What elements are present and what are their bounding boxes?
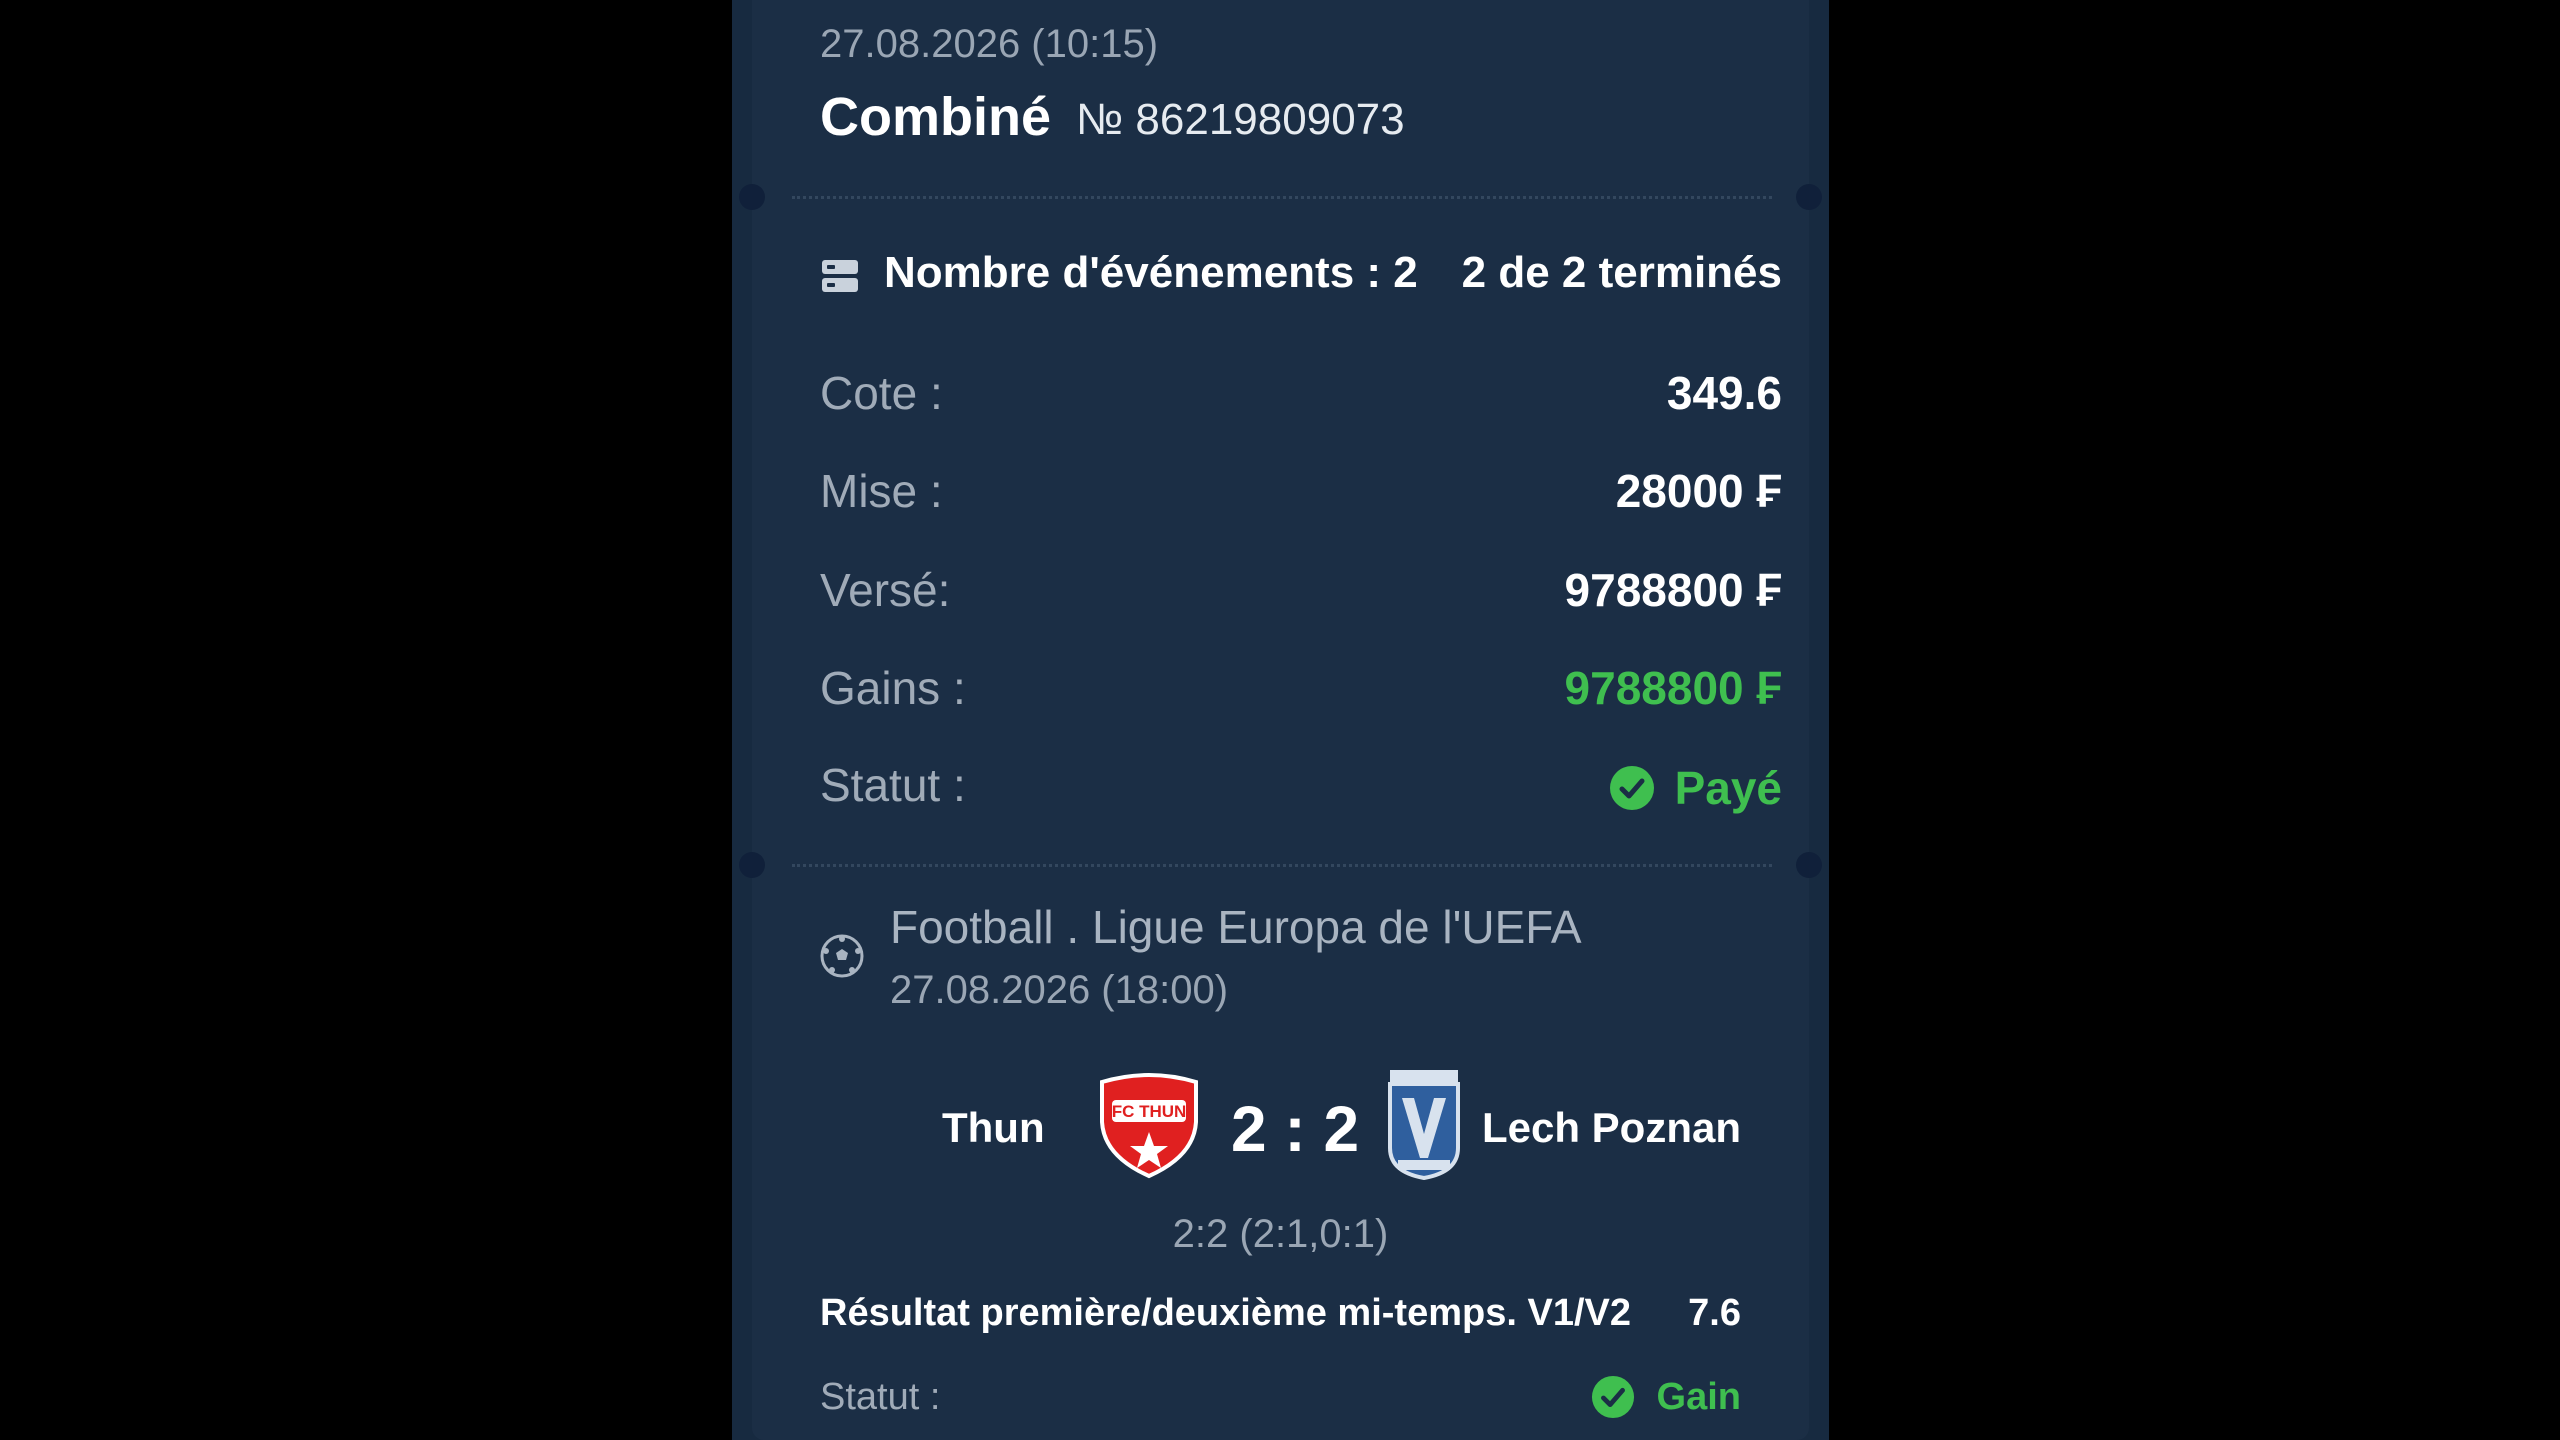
odds-value: 349.6 — [1666, 367, 1782, 419]
selection-odd: 7.6 — [1688, 1292, 1741, 1334]
list-icon — [822, 260, 858, 292]
winnings-value: 9788800 ₣ — [1564, 662, 1782, 714]
events-row: Nombre d'événements : 2 2 de 2 terminés — [820, 248, 1782, 308]
bet-card: 27.08.2026 (10:15) Combiné № 86219809073… — [739, 0, 1822, 1440]
winnings-label: Gains : — [820, 662, 966, 714]
stake-label: Mise : — [820, 465, 943, 517]
away-team-name: Lech Poznan — [1481, 1104, 1741, 1151]
ticket-notch-right — [1796, 852, 1822, 878]
status-value: Payé — [1674, 762, 1782, 814]
selection-status-label: Statut : — [820, 1376, 941, 1418]
screen: 27.08.2026 (10:15) Combiné № 86219809073… — [0, 0, 2560, 1440]
match-date: 27.08.2026 (18:00) — [890, 968, 1229, 1012]
stake-value: 28000 ₣ — [1615, 465, 1782, 517]
bet-date: 27.08.2026 (10:15) — [820, 22, 1159, 66]
status-row: Statut : Payé — [820, 758, 1782, 818]
paid-row: Versé: 9788800 ₣ — [820, 563, 1782, 623]
phone-viewport: 27.08.2026 (10:15) Combiné № 86219809073… — [732, 0, 1829, 1440]
events-completed: 2 de 2 terminés — [1461, 248, 1782, 297]
home-logo-text: FC THUN — [1112, 1102, 1187, 1121]
check-circle-icon — [1609, 766, 1654, 810]
bet-type: Combiné — [820, 87, 1052, 147]
paid-label: Versé: — [820, 564, 951, 616]
winnings-row: Gains : 9788800 ₣ — [820, 661, 1782, 721]
home-team-name: Thun — [942, 1104, 1045, 1151]
events-count: Nombre d'événements : 2 — [884, 248, 1418, 297]
bet-number: № 86219809073 — [1076, 95, 1405, 144]
stake-row: Mise : 28000 ₣ — [820, 464, 1782, 524]
away-team-logo — [1388, 1070, 1460, 1180]
status-label: Statut : — [820, 759, 966, 811]
match-score: 2 : 2 — [1230, 1093, 1360, 1165]
selection-status-value: Gain — [1656, 1375, 1741, 1418]
odds-row: Cote : 349.6 — [820, 366, 1782, 426]
soccer-ball-icon — [820, 934, 864, 978]
status-badge: Payé — [1609, 758, 1782, 818]
divider — [792, 196, 1772, 199]
check-circle-icon — [1591, 1375, 1634, 1419]
home-team-logo: FC THUN — [1100, 1073, 1198, 1179]
odds-label: Cote : — [820, 367, 943, 419]
divider — [792, 864, 1772, 867]
bet-market: Résultat première/deuxième mi-temps. V1/… — [820, 1292, 1631, 1334]
score-detail: 2:2 (2:1,0:1) — [1172, 1212, 1389, 1256]
paid-value: 9788800 ₣ — [1564, 564, 1782, 616]
ticket-notch-left — [739, 852, 765, 878]
league-name: Football . Ligue Europa de l'UEFA — [890, 901, 1582, 953]
selection-status-badge: Gain — [1591, 1370, 1741, 1424]
ticket-notch-right — [1796, 184, 1822, 210]
ticket-notch-left — [739, 184, 765, 210]
